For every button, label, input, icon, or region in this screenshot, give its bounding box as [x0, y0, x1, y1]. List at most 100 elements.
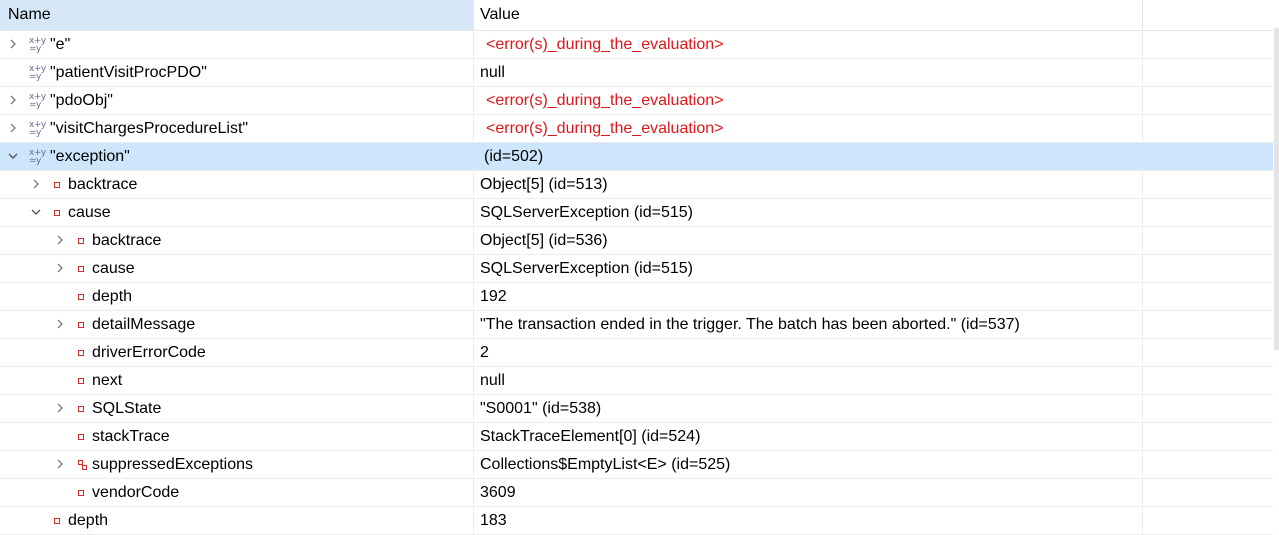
variable-name: SQLState [92, 400, 162, 417]
empty-cell [1143, 451, 1273, 478]
name-cell: cause [0, 255, 474, 282]
empty-cell [1143, 339, 1273, 366]
variable-name: next [92, 372, 123, 389]
empty-cell [1143, 87, 1273, 114]
name-cell: driverErrorCode [0, 339, 474, 366]
value-column-header[interactable]: Value [474, 0, 1143, 30]
name-cell: detailMessage [0, 311, 474, 338]
empty-cell [1143, 143, 1273, 170]
variable-value: "S0001" (id=538) [474, 395, 1143, 422]
collapse-chevron-icon[interactable] [6, 143, 20, 170]
tree-row[interactable]: vendorCode 3609 [0, 479, 1273, 507]
field-icon [78, 311, 84, 338]
expand-chevron-icon[interactable] [53, 451, 67, 478]
collapse-chevron-icon[interactable] [29, 199, 43, 226]
tree-row[interactable]: backtrace Object[5] (id=513) [0, 171, 1273, 199]
local-variable-icon: x+y =y [29, 63, 46, 82]
name-cell: x+y =y "visitChargesProcedureList" [0, 115, 474, 142]
vertical-scrollbar[interactable] [1273, 0, 1279, 534]
tree-row[interactable]: next null [0, 367, 1273, 395]
expand-chevron-icon[interactable] [6, 31, 20, 58]
field-icon [78, 395, 84, 422]
variable-name: cause [68, 204, 111, 221]
tree-row[interactable]: depth 192 [0, 283, 1273, 311]
error-value: <error(s)_during_the_evaluation> [474, 31, 1143, 58]
expand-chevron-icon[interactable] [53, 311, 67, 338]
tree-row[interactable]: suppressedExceptions Collections$EmptyLis… [0, 451, 1273, 479]
tree-row[interactable]: SQLState "S0001" (id=538) [0, 395, 1273, 423]
field-icon [78, 227, 84, 254]
tree-row[interactable]: x+y =y "patientVisitProcPDO" null [0, 59, 1273, 87]
tree-row[interactable]: cause SQLServerException (id=515) [0, 199, 1273, 227]
variable-name: depth [92, 288, 133, 305]
empty-cell [1143, 311, 1273, 338]
tree-row[interactable]: x+y =y "visitChargesProcedureList" <error(… [0, 115, 1273, 143]
empty-cell [1143, 423, 1273, 450]
variables-tree-table: Name Value x+y =y "e" <error(s)_during_the… [0, 0, 1273, 535]
name-column-header[interactable]: Name [0, 0, 474, 30]
scrollbar-thumb[interactable] [1274, 28, 1279, 350]
empty-cell [1143, 199, 1273, 226]
variable-name: suppressedExceptions [92, 456, 253, 473]
expand-chevron-icon[interactable] [53, 395, 67, 422]
field-icon [78, 423, 84, 450]
field-icon [54, 171, 60, 198]
empty-cell [1143, 31, 1273, 58]
variable-name: "patientVisitProcPDO" [50, 64, 207, 81]
field-icon [78, 479, 84, 506]
variable-name: "pdoObj" [50, 92, 113, 109]
tree-row[interactable]: depth 183 [0, 507, 1273, 535]
tree-rows: x+y =y "e" <error(s)_during_the_evaluation… [0, 31, 1273, 535]
local-variable-icon: x+y =y [29, 35, 46, 54]
variable-name: stackTrace [92, 428, 170, 445]
tree-row[interactable]: x+y =y "e" <error(s)_during_the_evaluation… [0, 31, 1273, 59]
name-cell: vendorCode [0, 479, 474, 506]
expand-chevron-icon[interactable] [29, 171, 43, 198]
empty-cell [1143, 395, 1273, 422]
field-icon [78, 367, 84, 394]
variable-name: "visitChargesProcedureList" [50, 120, 249, 137]
empty-cell [1143, 227, 1273, 254]
variable-value: SQLServerException (id=515) [474, 199, 1143, 226]
expand-chevron-icon[interactable] [53, 255, 67, 282]
name-cell: x+y =y "exception" [0, 143, 474, 170]
tree-row[interactable]: x+y =y "exception" (id=502) [0, 143, 1273, 171]
variable-value: null [474, 367, 1143, 394]
expand-chevron-icon[interactable] [6, 115, 20, 142]
variable-value: 183 [474, 507, 1143, 534]
tree-row[interactable]: backtrace Object[5] (id=536) [0, 227, 1273, 255]
variable-value: Object[5] (id=513) [474, 171, 1143, 198]
empty-cell [1143, 367, 1273, 394]
tree-row[interactable]: stackTrace StackTraceElement[0] (id=524) [0, 423, 1273, 451]
expand-chevron-icon[interactable] [53, 227, 67, 254]
variable-value: "The transaction ended in the trigger. T… [474, 311, 1143, 338]
tree-row[interactable]: x+y =y "pdoObj" <error(s)_during_the_evalu… [0, 87, 1273, 115]
variable-value: 2 [474, 339, 1143, 366]
variable-value: null [474, 59, 1143, 86]
field-group-icon [78, 451, 88, 478]
empty-cell [1143, 507, 1273, 534]
name-cell: next [0, 367, 474, 394]
variable-value: Collections$EmptyList<E> (id=525) [474, 451, 1143, 478]
variable-name: depth [68, 512, 109, 529]
empty-cell [1143, 479, 1273, 506]
tree-row[interactable]: driverErrorCode 2 [0, 339, 1273, 367]
tree-row[interactable]: cause SQLServerException (id=515) [0, 255, 1273, 283]
name-cell: stackTrace [0, 423, 474, 450]
variable-name: "exception" [50, 148, 130, 165]
name-cell: x+y =y "e" [0, 31, 474, 58]
name-cell: cause [0, 199, 474, 226]
field-icon [78, 283, 84, 310]
error-value: <error(s)_during_the_evaluation> [474, 87, 1143, 114]
local-variable-icon: x+y =y [29, 119, 46, 138]
tree-row[interactable]: detailMessage "The transaction ended in t… [0, 311, 1273, 339]
expand-chevron-icon[interactable] [6, 87, 20, 114]
name-cell: SQLState [0, 395, 474, 422]
variable-value: Object[5] (id=536) [474, 227, 1143, 254]
empty-cell [1143, 255, 1273, 282]
variable-name: vendorCode [92, 484, 180, 501]
variable-value: StackTraceElement[0] (id=524) [474, 423, 1143, 450]
variable-name: detailMessage [92, 316, 196, 333]
field-icon [78, 255, 84, 282]
empty-cell [1143, 283, 1273, 310]
